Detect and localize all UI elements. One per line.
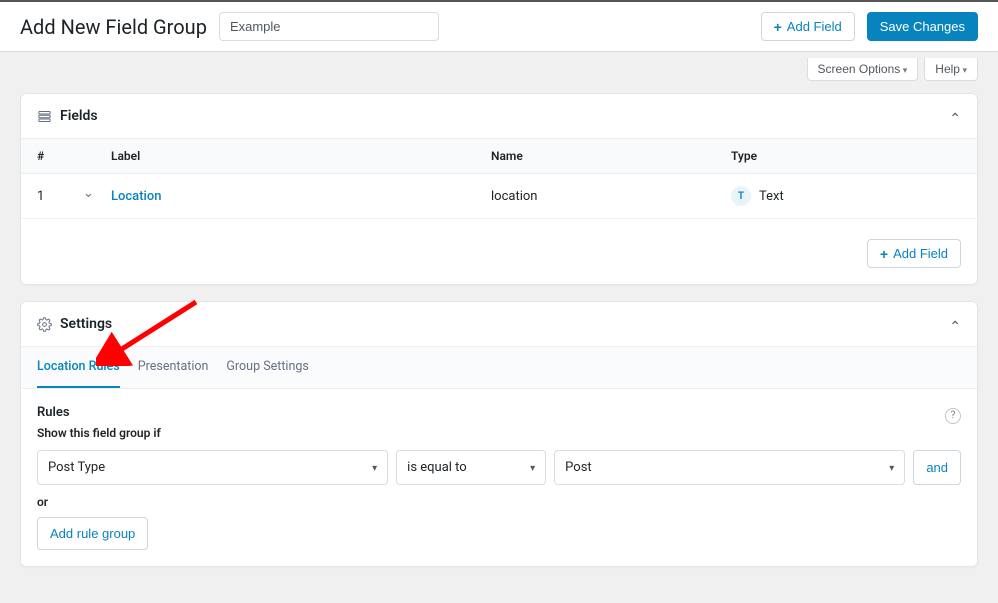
settings-panel-title: Settings	[60, 316, 112, 332]
col-num: #	[37, 149, 83, 163]
fields-icon	[37, 109, 52, 124]
rules-sub: Show this field group if	[37, 426, 961, 440]
rule-operator-value: is equal to	[407, 460, 467, 475]
rules-heading: Rules	[37, 405, 70, 420]
plus-icon: +	[774, 20, 782, 34]
field-name: location	[491, 189, 731, 204]
rule-param-value: Post Type	[48, 460, 105, 475]
header-bar: Add New Field Group + Add Field Save Cha…	[0, 0, 998, 52]
fields-panel-title: Fields	[60, 108, 98, 124]
rule-value-select[interactable]: Post	[554, 450, 905, 485]
tab-location-rules[interactable]: Location Rules	[37, 347, 120, 388]
add-field-label: Add Field	[787, 19, 842, 34]
row-num: 1	[37, 189, 83, 204]
fields-panel: Fields # Label Name Type 1 Location loca…	[20, 93, 978, 285]
rules-area: Rules ? Show this field group if Post Ty…	[21, 389, 977, 566]
chevron-down-icon	[530, 460, 535, 475]
col-name: Name	[491, 149, 731, 163]
help-icon[interactable]: ?	[945, 408, 961, 424]
page-title: Add New Field Group	[20, 15, 207, 39]
add-field-label-bottom: Add Field	[893, 246, 948, 261]
collapse-fields-icon[interactable]	[949, 108, 961, 124]
col-label: Label	[111, 149, 491, 163]
type-pill: T Text	[731, 186, 784, 206]
settings-panel-header: Settings	[21, 302, 977, 346]
help-button[interactable]: Help	[924, 58, 978, 81]
content-container: Fields # Label Name Type 1 Location loca…	[0, 81, 998, 603]
col-type: Type	[731, 149, 961, 163]
table-row[interactable]: 1 Location location T Text	[21, 174, 977, 219]
fields-panel-header: Fields	[21, 94, 977, 138]
collapse-settings-icon[interactable]	[949, 316, 961, 332]
settings-panel: Settings Location Rules Presentation Gro…	[20, 301, 978, 567]
chevron-down-icon[interactable]	[83, 189, 94, 204]
gear-icon	[37, 317, 52, 332]
add-rule-group-button[interactable]: Add rule group	[37, 517, 148, 550]
tab-group-settings[interactable]: Group Settings	[226, 347, 308, 388]
screen-options-button[interactable]: Screen Options	[807, 58, 919, 81]
rule-row: Post Type is equal to Post and	[37, 450, 961, 485]
group-title-input[interactable]	[219, 12, 439, 41]
type-label: Text	[759, 189, 784, 204]
rule-value-value: Post	[565, 460, 592, 475]
add-field-button-top[interactable]: + Add Field	[761, 12, 855, 41]
rule-operator-select[interactable]: is equal to	[396, 450, 546, 485]
rule-param-select[interactable]: Post Type	[37, 450, 388, 485]
fields-panel-footer: + Add Field	[21, 219, 977, 284]
tab-presentation[interactable]: Presentation	[138, 347, 209, 388]
settings-tabs: Location Rules Presentation Group Settin…	[21, 346, 977, 389]
screen-options-bar: Screen Options Help	[0, 52, 998, 81]
save-changes-button[interactable]: Save Changes	[867, 12, 978, 41]
fields-table-header: # Label Name Type	[21, 138, 977, 174]
plus-icon: +	[880, 247, 888, 261]
or-label: or	[37, 495, 961, 509]
and-button[interactable]: and	[913, 450, 961, 485]
add-field-button-bottom[interactable]: + Add Field	[867, 239, 961, 268]
chevron-down-icon	[372, 460, 377, 475]
chevron-down-icon	[889, 460, 894, 475]
field-label-link[interactable]: Location	[111, 189, 161, 204]
type-badge-icon: T	[731, 186, 751, 206]
save-label: Save Changes	[880, 19, 965, 34]
